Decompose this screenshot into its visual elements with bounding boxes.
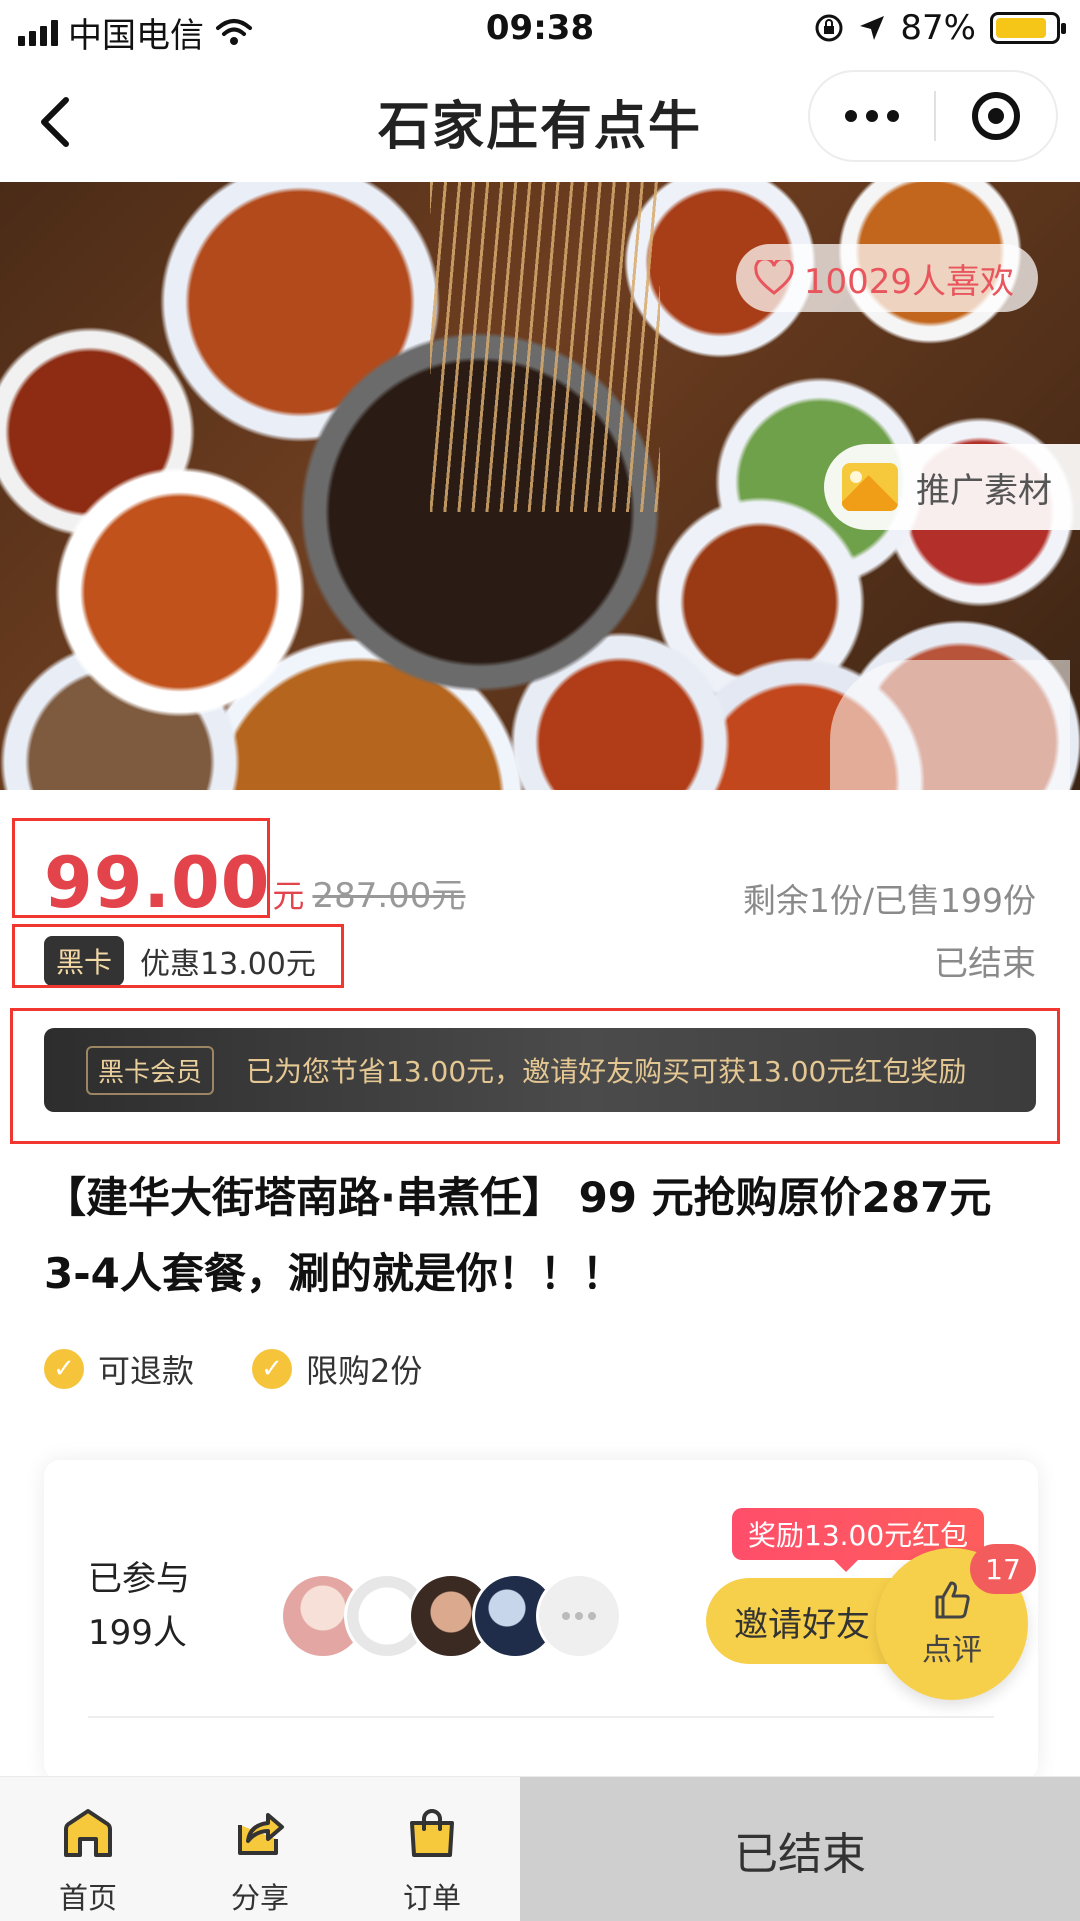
member-banner[interactable]: 黑卡会员 已为您节省13.00元，邀请好友购买可获13.00元红包奖励 bbox=[44, 1028, 1036, 1112]
battery-icon bbox=[990, 12, 1066, 44]
close-miniprogram-button[interactable] bbox=[936, 92, 1056, 140]
check-icon: ✓ bbox=[44, 1349, 84, 1389]
tag-label: 限购2份 bbox=[306, 1352, 423, 1390]
tag-purchase-limit: ✓ 限购2份 bbox=[252, 1346, 422, 1392]
card-divider bbox=[88, 1716, 994, 1718]
hero-image: 10029人喜欢 推广素材 bbox=[0, 182, 1080, 790]
tag-label: 可退款 bbox=[98, 1352, 195, 1390]
price-unit: 元 bbox=[272, 877, 305, 915]
bottom-bar: 首页 分享 订单 已结束 bbox=[0, 1776, 1080, 1921]
image-icon bbox=[842, 463, 898, 511]
hero-logo bbox=[830, 660, 1070, 790]
participant-avatars[interactable] bbox=[280, 1573, 622, 1659]
check-icon: ✓ bbox=[252, 1349, 293, 1389]
stock-info: 剩余1份/已售199份 bbox=[742, 881, 1036, 920]
hero-decoration bbox=[430, 182, 660, 512]
location-icon bbox=[860, 16, 885, 40]
member-tag: 黑卡会员 bbox=[86, 1045, 215, 1095]
review-label: 点评 bbox=[922, 1633, 982, 1668]
heart-icon bbox=[754, 260, 794, 295]
promo-material-label: 推广素材 bbox=[916, 470, 1052, 511]
highlight-price-box bbox=[12, 818, 270, 918]
home-icon bbox=[64, 1809, 112, 1857]
tab-share[interactable]: 分享 bbox=[200, 1777, 320, 1921]
likes-badge[interactable]: 10029人喜欢 bbox=[735, 244, 1038, 312]
deal-tags: ✓ 可退款 ✓ 限购2份 bbox=[44, 1346, 422, 1392]
shopping-bag-icon bbox=[410, 1809, 454, 1857]
invite-label: 邀请好友 bbox=[734, 1604, 870, 1645]
participation-label-line1: 已参与 bbox=[88, 1559, 190, 1599]
review-count-badge: 17 bbox=[970, 1544, 1036, 1594]
likes-count: 10029人喜欢 bbox=[803, 261, 1014, 302]
participation-label: 已参与 199人 bbox=[88, 1552, 190, 1660]
tag-refundable: ✓ 可退款 bbox=[44, 1346, 194, 1392]
deal-status: 已结束 bbox=[934, 944, 1036, 984]
nav-bar: 石家庄有点牛 bbox=[0, 60, 1080, 182]
status-bar: 中国电信 09:38 87% bbox=[0, 0, 1080, 60]
tab-home-label: 首页 bbox=[58, 1881, 117, 1915]
share-icon bbox=[238, 1813, 284, 1855]
promo-material-button[interactable]: 推广素材 bbox=[824, 444, 1080, 530]
member-text: 已为您节省13.00元，邀请好友购买可获13.00元红包奖励 bbox=[246, 1055, 967, 1088]
bottom-tabs: 首页 分享 订单 bbox=[0, 1777, 520, 1921]
tab-home[interactable]: 首页 bbox=[28, 1777, 148, 1921]
mini-program-capsule bbox=[808, 70, 1058, 162]
more-icon[interactable] bbox=[810, 72, 934, 160]
target-icon bbox=[972, 92, 1020, 140]
thumbs-up-icon bbox=[935, 1581, 970, 1619]
deal-title: 【建华大街塔南路·串煮任】 99 元抢购原价287元3-4人套餐，涮的就是你！！… bbox=[44, 1173, 992, 1298]
highlight-discount-box bbox=[12, 924, 344, 988]
participant-count: 199人 bbox=[88, 1613, 187, 1653]
more-avatars-icon[interactable] bbox=[536, 1573, 622, 1659]
battery-percent: 87% bbox=[900, 8, 976, 48]
rotation-lock-icon bbox=[815, 14, 843, 42]
tab-orders[interactable]: 订单 bbox=[372, 1777, 492, 1921]
original-price: 287.00元 bbox=[312, 876, 466, 916]
ended-action-button[interactable]: 已结束 bbox=[520, 1777, 1080, 1921]
tab-orders-label: 订单 bbox=[402, 1881, 461, 1915]
tab-share-label: 分享 bbox=[230, 1881, 289, 1915]
status-right: 87% bbox=[814, 8, 1066, 48]
